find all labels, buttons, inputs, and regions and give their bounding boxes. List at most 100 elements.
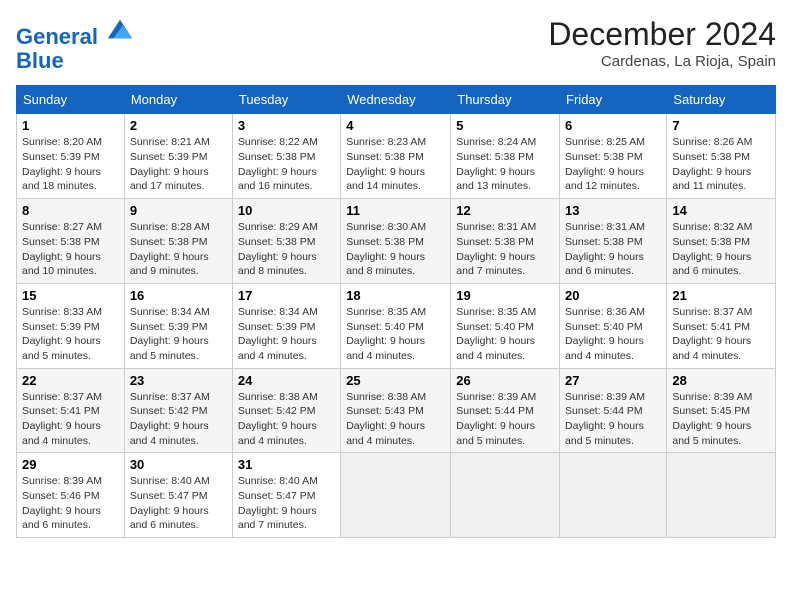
day-info: Sunrise: 8:33 AM Sunset: 5:39 PM Dayligh… xyxy=(22,305,119,364)
day-number: 8 xyxy=(22,203,119,218)
calendar-cell: 24 Sunrise: 8:38 AM Sunset: 5:42 PM Dayl… xyxy=(232,368,340,453)
day-info: Sunrise: 8:30 AM Sunset: 5:38 PM Dayligh… xyxy=(346,220,445,279)
day-number: 1 xyxy=(22,118,119,133)
day-number: 9 xyxy=(130,203,227,218)
calendar-cell: 23 Sunrise: 8:37 AM Sunset: 5:42 PM Dayl… xyxy=(124,368,232,453)
day-number: 15 xyxy=(22,288,119,303)
weekday-header-sunday: Sunday xyxy=(17,86,125,114)
calendar-cell: 6 Sunrise: 8:25 AM Sunset: 5:38 PM Dayli… xyxy=(560,114,667,199)
day-number: 21 xyxy=(672,288,770,303)
calendar-cell: 17 Sunrise: 8:34 AM Sunset: 5:39 PM Dayl… xyxy=(232,283,340,368)
day-info: Sunrise: 8:31 AM Sunset: 5:38 PM Dayligh… xyxy=(565,220,661,279)
calendar-cell: 21 Sunrise: 8:37 AM Sunset: 5:41 PM Dayl… xyxy=(667,283,776,368)
calendar-cell: 16 Sunrise: 8:34 AM Sunset: 5:39 PM Dayl… xyxy=(124,283,232,368)
calendar-cell: 5 Sunrise: 8:24 AM Sunset: 5:38 PM Dayli… xyxy=(451,114,560,199)
calendar-week-2: 8 Sunrise: 8:27 AM Sunset: 5:38 PM Dayli… xyxy=(17,199,776,284)
day-number: 17 xyxy=(238,288,335,303)
day-info: Sunrise: 8:35 AM Sunset: 5:40 PM Dayligh… xyxy=(456,305,554,364)
day-info: Sunrise: 8:40 AM Sunset: 5:47 PM Dayligh… xyxy=(130,474,227,533)
calendar-cell: 20 Sunrise: 8:36 AM Sunset: 5:40 PM Dayl… xyxy=(560,283,667,368)
day-number: 11 xyxy=(346,203,445,218)
calendar-cell: 13 Sunrise: 8:31 AM Sunset: 5:38 PM Dayl… xyxy=(560,199,667,284)
day-number: 12 xyxy=(456,203,554,218)
day-number: 13 xyxy=(565,203,661,218)
day-info: Sunrise: 8:22 AM Sunset: 5:38 PM Dayligh… xyxy=(238,135,335,194)
weekday-header-saturday: Saturday xyxy=(667,86,776,114)
weekday-header-row: SundayMondayTuesdayWednesdayThursdayFrid… xyxy=(17,86,776,114)
day-number: 26 xyxy=(456,373,554,388)
calendar-cell: 10 Sunrise: 8:29 AM Sunset: 5:38 PM Dayl… xyxy=(232,199,340,284)
calendar-cell: 1 Sunrise: 8:20 AM Sunset: 5:39 PM Dayli… xyxy=(17,114,125,199)
day-info: Sunrise: 8:39 AM Sunset: 5:44 PM Dayligh… xyxy=(456,390,554,449)
day-number: 31 xyxy=(238,457,335,472)
day-info: Sunrise: 8:28 AM Sunset: 5:38 PM Dayligh… xyxy=(130,220,227,279)
day-info: Sunrise: 8:23 AM Sunset: 5:38 PM Dayligh… xyxy=(346,135,445,194)
day-number: 10 xyxy=(238,203,335,218)
calendar-cell xyxy=(560,453,667,538)
logo-blue: Blue xyxy=(16,48,64,73)
day-number: 29 xyxy=(22,457,119,472)
calendar-cell: 12 Sunrise: 8:31 AM Sunset: 5:38 PM Dayl… xyxy=(451,199,560,284)
calendar-cell: 18 Sunrise: 8:35 AM Sunset: 5:40 PM Dayl… xyxy=(341,283,451,368)
title-block: December 2024 Cardenas, La Rioja, Spain xyxy=(548,16,776,70)
calendar-cell: 25 Sunrise: 8:38 AM Sunset: 5:43 PM Dayl… xyxy=(341,368,451,453)
weekday-header-wednesday: Wednesday xyxy=(341,86,451,114)
day-number: 5 xyxy=(456,118,554,133)
day-info: Sunrise: 8:20 AM Sunset: 5:39 PM Dayligh… xyxy=(22,135,119,194)
day-number: 3 xyxy=(238,118,335,133)
calendar-cell: 15 Sunrise: 8:33 AM Sunset: 5:39 PM Dayl… xyxy=(17,283,125,368)
day-info: Sunrise: 8:24 AM Sunset: 5:38 PM Dayligh… xyxy=(456,135,554,194)
logo-icon xyxy=(106,16,134,44)
calendar-cell: 22 Sunrise: 8:37 AM Sunset: 5:41 PM Dayl… xyxy=(17,368,125,453)
day-number: 18 xyxy=(346,288,445,303)
day-info: Sunrise: 8:25 AM Sunset: 5:38 PM Dayligh… xyxy=(565,135,661,194)
calendar-cell: 19 Sunrise: 8:35 AM Sunset: 5:40 PM Dayl… xyxy=(451,283,560,368)
day-info: Sunrise: 8:39 AM Sunset: 5:45 PM Dayligh… xyxy=(672,390,770,449)
day-number: 30 xyxy=(130,457,227,472)
weekday-header-friday: Friday xyxy=(560,86,667,114)
day-info: Sunrise: 8:27 AM Sunset: 5:38 PM Dayligh… xyxy=(22,220,119,279)
calendar-cell: 3 Sunrise: 8:22 AM Sunset: 5:38 PM Dayli… xyxy=(232,114,340,199)
calendar-table: SundayMondayTuesdayWednesdayThursdayFrid… xyxy=(16,85,776,538)
day-number: 22 xyxy=(22,373,119,388)
day-number: 20 xyxy=(565,288,661,303)
calendar-cell: 8 Sunrise: 8:27 AM Sunset: 5:38 PM Dayli… xyxy=(17,199,125,284)
day-number: 2 xyxy=(130,118,227,133)
day-number: 14 xyxy=(672,203,770,218)
day-info: Sunrise: 8:39 AM Sunset: 5:44 PM Dayligh… xyxy=(565,390,661,449)
day-info: Sunrise: 8:35 AM Sunset: 5:40 PM Dayligh… xyxy=(346,305,445,364)
day-number: 6 xyxy=(565,118,661,133)
calendar-week-4: 22 Sunrise: 8:37 AM Sunset: 5:41 PM Dayl… xyxy=(17,368,776,453)
day-number: 16 xyxy=(130,288,227,303)
weekday-header-monday: Monday xyxy=(124,86,232,114)
calendar-cell xyxy=(451,453,560,538)
calendar-cell: 7 Sunrise: 8:26 AM Sunset: 5:38 PM Dayli… xyxy=(667,114,776,199)
calendar-cell: 27 Sunrise: 8:39 AM Sunset: 5:44 PM Dayl… xyxy=(560,368,667,453)
calendar-week-5: 29 Sunrise: 8:39 AM Sunset: 5:46 PM Dayl… xyxy=(17,453,776,538)
day-number: 7 xyxy=(672,118,770,133)
day-info: Sunrise: 8:36 AM Sunset: 5:40 PM Dayligh… xyxy=(565,305,661,364)
day-number: 19 xyxy=(456,288,554,303)
month-title: December 2024 xyxy=(548,16,776,53)
day-info: Sunrise: 8:32 AM Sunset: 5:38 PM Dayligh… xyxy=(672,220,770,279)
day-number: 25 xyxy=(346,373,445,388)
day-number: 23 xyxy=(130,373,227,388)
day-info: Sunrise: 8:39 AM Sunset: 5:46 PM Dayligh… xyxy=(22,474,119,533)
day-info: Sunrise: 8:21 AM Sunset: 5:39 PM Dayligh… xyxy=(130,135,227,194)
calendar-cell: 14 Sunrise: 8:32 AM Sunset: 5:38 PM Dayl… xyxy=(667,199,776,284)
day-info: Sunrise: 8:40 AM Sunset: 5:47 PM Dayligh… xyxy=(238,474,335,533)
day-info: Sunrise: 8:37 AM Sunset: 5:41 PM Dayligh… xyxy=(672,305,770,364)
day-info: Sunrise: 8:34 AM Sunset: 5:39 PM Dayligh… xyxy=(238,305,335,364)
calendar-cell: 11 Sunrise: 8:30 AM Sunset: 5:38 PM Dayl… xyxy=(341,199,451,284)
day-number: 4 xyxy=(346,118,445,133)
calendar-cell: 4 Sunrise: 8:23 AM Sunset: 5:38 PM Dayli… xyxy=(341,114,451,199)
calendar-cell: 28 Sunrise: 8:39 AM Sunset: 5:45 PM Dayl… xyxy=(667,368,776,453)
day-number: 27 xyxy=(565,373,661,388)
location: Cardenas, La Rioja, Spain xyxy=(548,53,776,70)
day-info: Sunrise: 8:31 AM Sunset: 5:38 PM Dayligh… xyxy=(456,220,554,279)
day-number: 28 xyxy=(672,373,770,388)
calendar-cell xyxy=(341,453,451,538)
day-info: Sunrise: 8:38 AM Sunset: 5:42 PM Dayligh… xyxy=(238,390,335,449)
weekday-header-tuesday: Tuesday xyxy=(232,86,340,114)
day-info: Sunrise: 8:38 AM Sunset: 5:43 PM Dayligh… xyxy=(346,390,445,449)
